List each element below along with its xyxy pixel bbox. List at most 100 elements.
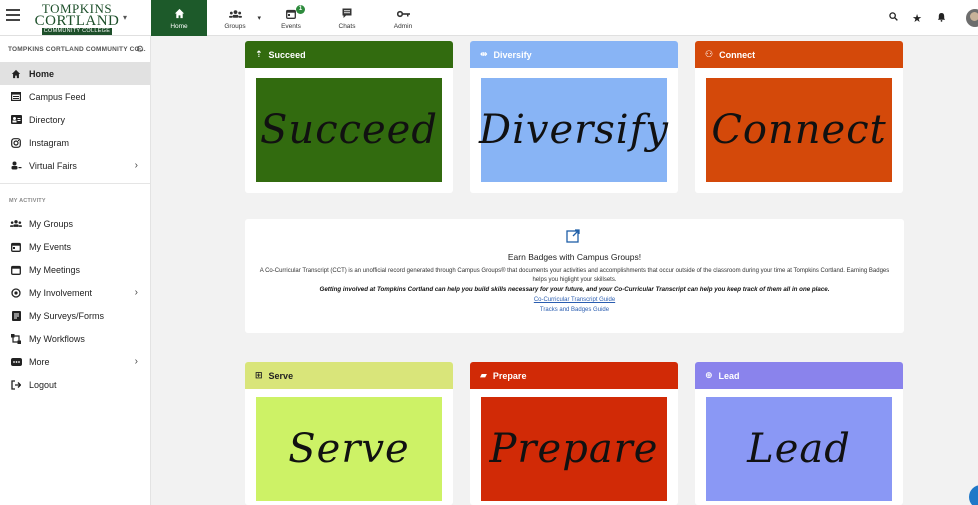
card-title: Serve [268, 370, 294, 381]
hamburger-menu-icon[interactable] [6, 9, 20, 21]
org-switcher[interactable]: TOMPKINS CORTLAND COMMUNITY CO... ⚙ [0, 36, 150, 62]
card-header: ⇹ Diversify [470, 41, 678, 68]
home-icon [9, 69, 23, 79]
college-logo[interactable]: TOMPKINS CORTLAND COMMUNITY COLLEGE [32, 2, 122, 35]
card-prepare[interactable]: ▰ Prepare Prepare [470, 362, 678, 505]
card-connect[interactable]: ⚇ Connect Connect [695, 41, 903, 193]
sidebar-item-my-surveys-forms[interactable]: My Surveys/Forms [0, 304, 150, 327]
sidebar-item-home[interactable]: Home [0, 62, 150, 85]
avatar[interactable] [966, 9, 978, 27]
sidebar-item-label: My Involvement [29, 287, 93, 298]
card-image[interactable]: Serve [256, 397, 442, 501]
chevron-right-icon: › [134, 160, 138, 171]
nav-groups[interactable]: Groups ▾ [207, 0, 263, 36]
top-bar: TOMPKINS CORTLAND COMMUNITY COLLEGE ▾ Ho… [0, 0, 978, 36]
sidebar-item-my-events[interactable]: My Events [0, 235, 150, 258]
briefcase-icon: ▰ [480, 370, 487, 380]
card-image[interactable]: Connect [706, 78, 892, 182]
star-icon[interactable]: ★ [906, 12, 928, 25]
cct-guide-link[interactable]: Co-Curricular Transcript Guide [245, 297, 904, 303]
card-image[interactable]: Diversify [479, 78, 669, 182]
card-image-text: Serve [288, 426, 410, 472]
sidebar-item-my-involvement[interactable]: My Involvement › [0, 281, 150, 304]
card-image-text: Diversify [479, 107, 669, 153]
sidebar-item-virtual-fairs[interactable]: Virtual Fairs › [0, 154, 150, 177]
sidebar: TOMPKINS CORTLAND COMMUNITY CO... ⚙ Home… [0, 36, 151, 505]
badges-info-panel: Earn Badges with Campus Groups! A Co-Cur… [245, 219, 904, 333]
card-title: Lead [718, 370, 740, 381]
sidebar-item-label: Campus Feed [29, 91, 86, 102]
top-right-actions: ★ [880, 0, 978, 36]
sidebar-item-label: My Workflows [29, 333, 85, 344]
chevron-right-icon: › [134, 287, 138, 298]
card-image-text: Lead [747, 426, 851, 472]
logo-line-2: CORTLAND [34, 13, 120, 29]
card-lead[interactable]: ⊕ Lead Lead [695, 362, 903, 505]
home-icon [174, 7, 185, 21]
directory-icon [9, 115, 23, 124]
calendar-icon [9, 242, 23, 252]
sidebar-item-more[interactable]: More › [0, 350, 150, 373]
card-title: Diversify [493, 49, 532, 60]
sidebar-item-my-meetings[interactable]: My Meetings [0, 258, 150, 281]
card-serve[interactable]: ⊞ Serve Serve [245, 362, 453, 505]
virtual-fairs-icon [9, 161, 23, 170]
succeed-icon: ⇡ [255, 49, 263, 59]
sidebar-item-logout[interactable]: Logout [0, 373, 150, 396]
main-nav: Home Groups ▾ 1 Events Chats Admin [151, 0, 431, 36]
card-title: Prepare [492, 370, 527, 381]
diversify-icon: ⇹ [480, 49, 488, 59]
sidebar-item-campus-feed[interactable]: Campus Feed [0, 85, 150, 108]
nav-chats[interactable]: Chats [319, 0, 375, 36]
sidebar-item-label: My Meetings [29, 264, 81, 275]
feed-icon [9, 92, 23, 101]
card-image[interactable]: Succeed [256, 78, 442, 182]
nav-events[interactable]: 1 Events [263, 0, 319, 36]
logo-dropdown-caret-icon[interactable]: ▾ [123, 13, 127, 22]
sidebar-item-directory[interactable]: Directory [0, 108, 150, 131]
card-header: ▰ Prepare [470, 362, 678, 389]
events-badge: 1 [296, 5, 305, 14]
workflows-icon [9, 333, 23, 344]
card-succeed[interactable]: ⇡ Succeed Succeed [245, 41, 453, 193]
badges-description: A Co-Curricular Transcript (CCT) is an u… [259, 268, 890, 283]
sidebar-item-label: Virtual Fairs [29, 160, 77, 171]
help-button[interactable] [969, 485, 978, 505]
nav-admin[interactable]: Admin [375, 0, 431, 36]
card-diversify[interactable]: ⇹ Diversify Diversify [470, 41, 678, 193]
groups-icon [9, 219, 23, 228]
involvement-icon [9, 287, 23, 298]
card-header: ⊞ Serve [245, 362, 453, 389]
external-link-icon[interactable] [566, 229, 580, 243]
card-image-text: Succeed [260, 107, 438, 153]
sidebar-item-label: Logout [29, 379, 57, 390]
key-icon [396, 7, 410, 21]
search-icon[interactable] [882, 12, 904, 24]
sidebar-item-my-workflows[interactable]: My Workflows [0, 327, 150, 350]
logout-icon [9, 379, 23, 390]
nav-home[interactable]: Home [151, 0, 207, 36]
connect-icon: ⚇ [705, 49, 714, 59]
gear-icon[interactable]: ⚙ [136, 44, 144, 55]
chevron-right-icon: › [134, 356, 138, 367]
calendar-icon [286, 7, 296, 21]
card-image[interactable]: Lead [706, 397, 892, 501]
sidebar-item-my-groups[interactable]: My Groups [0, 212, 150, 235]
bell-icon[interactable] [930, 12, 952, 25]
card-header: ⚇ Connect [695, 41, 903, 68]
lead-icon: ⊕ [705, 370, 713, 380]
badges-emphasis: Getting involved at Tompkins Cortland ca… [319, 286, 830, 293]
sidebar-item-instagram[interactable]: Instagram [0, 131, 150, 154]
card-title: Connect [719, 49, 756, 60]
card-header: ⇡ Succeed [245, 41, 453, 68]
card-image[interactable]: Prepare [481, 397, 667, 501]
more-icon [9, 357, 23, 366]
logo-line-3: COMMUNITY COLLEGE [42, 28, 112, 35]
tracks-badges-guide-link[interactable]: Tracks and Badges Guide [245, 307, 904, 313]
sidebar-item-label: Instagram [29, 137, 70, 148]
badges-title: Earn Badges with Campus Groups! [507, 252, 642, 262]
serve-icon: ⊞ [255, 370, 263, 380]
card-image-text: Prepare [489, 426, 659, 472]
instagram-icon [9, 137, 23, 148]
sidebar-item-label: More [29, 356, 50, 367]
